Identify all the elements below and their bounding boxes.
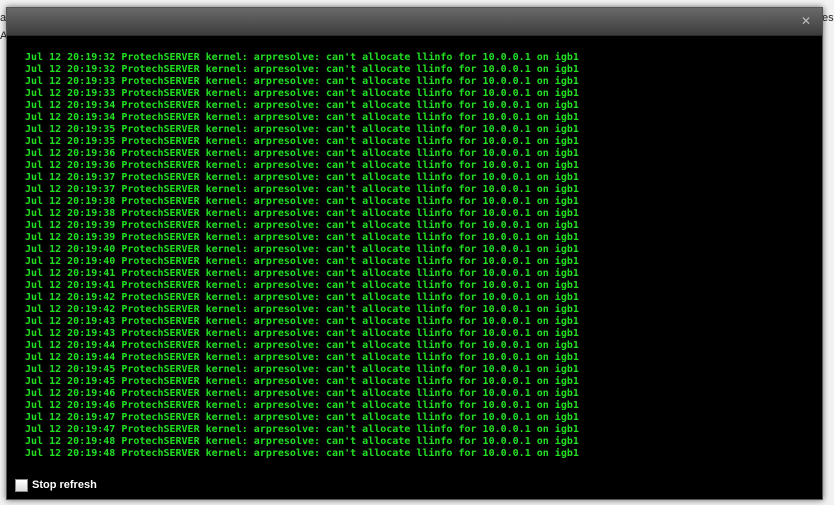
log-line: Jul 12 20:19:41 ProtechSERVER kernel: ar… bbox=[25, 280, 579, 291]
log-line: Jul 12 20:19:33 ProtechSERVER kernel: ar… bbox=[25, 88, 579, 99]
log-line: Jul 12 20:19:48 ProtechSERVER kernel: ar… bbox=[25, 448, 579, 459]
log-line: Jul 12 20:19:34 ProtechSERVER kernel: ar… bbox=[25, 100, 579, 111]
dialog-footer: Stop refresh bbox=[15, 476, 97, 494]
log-line: Jul 12 20:19:35 ProtechSERVER kernel: ar… bbox=[25, 136, 579, 147]
log-line: Jul 12 20:19:32 ProtechSERVER kernel: ar… bbox=[25, 64, 579, 75]
log-line: Jul 12 20:19:39 ProtechSERVER kernel: ar… bbox=[25, 232, 579, 243]
stop-refresh-label[interactable]: Stop refresh bbox=[32, 479, 97, 491]
log-line: Jul 12 20:19:33 ProtechSERVER kernel: ar… bbox=[25, 76, 579, 87]
log-line: Jul 12 20:19:36 ProtechSERVER kernel: ar… bbox=[25, 148, 579, 159]
log-line: Jul 12 20:19:43 ProtechSERVER kernel: ar… bbox=[25, 328, 579, 339]
log-line: Jul 12 20:19:46 ProtechSERVER kernel: ar… bbox=[25, 388, 579, 399]
log-line: Jul 12 20:19:34 ProtechSERVER kernel: ar… bbox=[25, 112, 579, 123]
log-line: Jul 12 20:19:40 ProtechSERVER kernel: ar… bbox=[25, 256, 579, 267]
log-line: Jul 12 20:19:47 ProtechSERVER kernel: ar… bbox=[25, 424, 579, 435]
background-text-fragment: es bbox=[822, 12, 834, 24]
log-line: Jul 12 20:19:41 ProtechSERVER kernel: ar… bbox=[25, 268, 579, 279]
log-line: Jul 12 20:19:40 ProtechSERVER kernel: ar… bbox=[25, 244, 579, 255]
log-line: Jul 12 20:19:32 ProtechSERVER kernel: ar… bbox=[25, 52, 579, 63]
log-line: Jul 12 20:19:43 ProtechSERVER kernel: ar… bbox=[25, 316, 579, 327]
stop-refresh-checkbox[interactable] bbox=[15, 478, 28, 492]
log-line: Jul 12 20:19:48 ProtechSERVER kernel: ar… bbox=[25, 436, 579, 447]
log-line: Jul 12 20:19:36 ProtechSERVER kernel: ar… bbox=[25, 160, 579, 171]
log-line: Jul 12 20:19:42 ProtechSERVER kernel: ar… bbox=[25, 304, 579, 315]
log-line: Jul 12 20:19:42 ProtechSERVER kernel: ar… bbox=[25, 292, 579, 303]
log-line: Jul 12 20:19:44 ProtechSERVER kernel: ar… bbox=[25, 340, 579, 351]
log-line: Jul 12 20:19:38 ProtechSERVER kernel: ar… bbox=[25, 208, 579, 219]
log-line: Jul 12 20:19:38 ProtechSERVER kernel: ar… bbox=[25, 196, 579, 207]
log-line: Jul 12 20:19:45 ProtechSERVER kernel: ar… bbox=[25, 376, 579, 387]
log-line: Jul 12 20:19:39 ProtechSERVER kernel: ar… bbox=[25, 220, 579, 231]
log-line: Jul 12 20:19:47 ProtechSERVER kernel: ar… bbox=[25, 412, 579, 423]
close-icon[interactable]: ✕ bbox=[800, 15, 812, 27]
log-line: Jul 12 20:19:44 ProtechSERVER kernel: ar… bbox=[25, 352, 579, 363]
log-line: Jul 12 20:19:46 ProtechSERVER kernel: ar… bbox=[25, 400, 579, 411]
log-line: Jul 12 20:19:37 ProtechSERVER kernel: ar… bbox=[25, 172, 579, 183]
log-line: Jul 12 20:19:37 ProtechSERVER kernel: ar… bbox=[25, 184, 579, 195]
log-line: Jul 12 20:19:45 ProtechSERVER kernel: ar… bbox=[25, 364, 579, 375]
log-line: Jul 12 20:19:35 ProtechSERVER kernel: ar… bbox=[25, 124, 579, 135]
dialog-titlebar[interactable]: ✕ bbox=[7, 8, 822, 36]
log-output: Jul 12 20:19:32 ProtechSERVER kernel: ar… bbox=[25, 52, 815, 464]
log-dialog: ✕ Jul 12 20:19:32 ProtechSERVER kernel: … bbox=[6, 7, 823, 500]
